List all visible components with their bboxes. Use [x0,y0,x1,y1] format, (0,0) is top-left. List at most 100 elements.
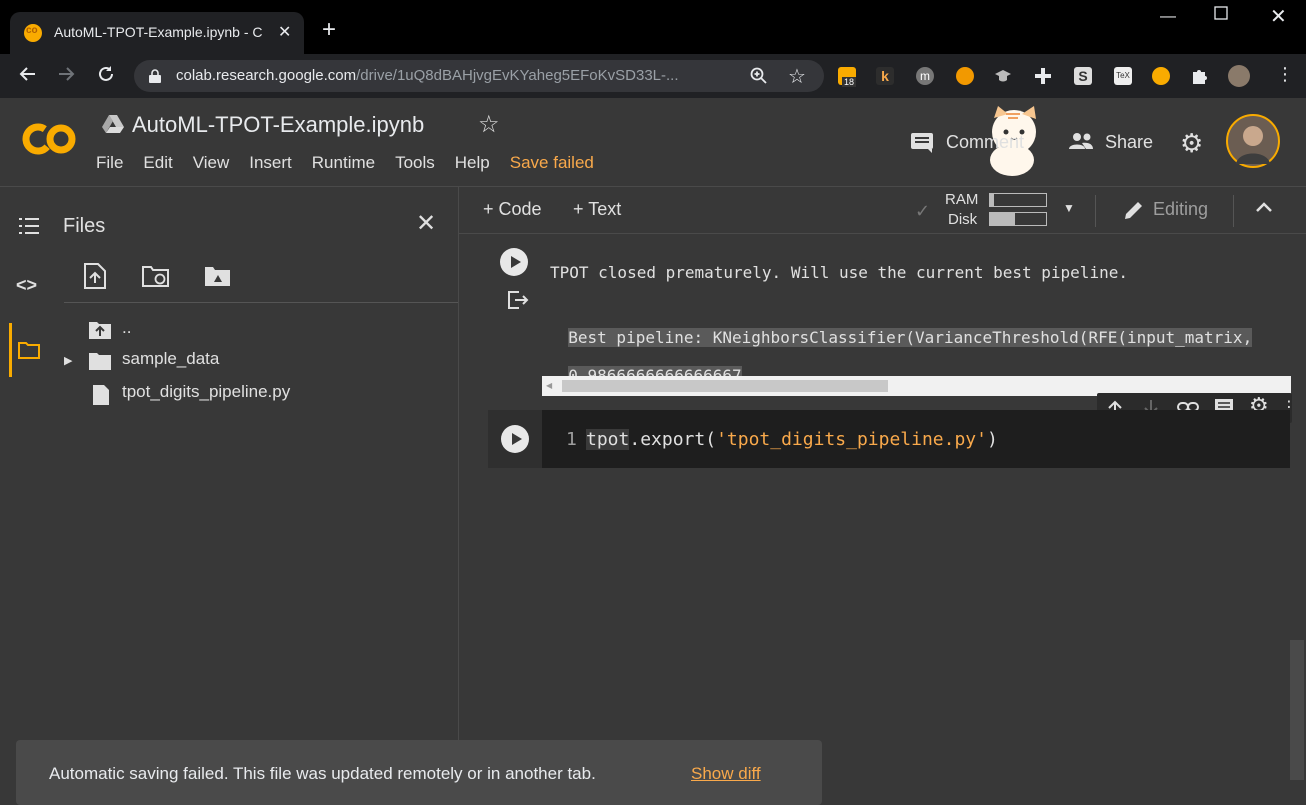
snackbar: Automatic saving failed. This file was u… [16,740,822,805]
extensions-area: 18 k m S TeX ⋮ [832,60,1302,92]
play-icon [511,256,521,268]
refresh-folder-icon[interactable] [142,265,170,287]
editing-mode-button[interactable]: Editing [1153,199,1208,220]
scrollbar-thumb[interactable] [562,380,888,392]
cell-output-selected: Best pipeline: KNeighborsClassifier(Vari… [549,309,1290,385]
folder-icon [89,353,111,370]
extension-tex-icon[interactable]: TeX [1114,67,1132,85]
browser-toolbar: colab.research.google.com/drive/1uQ8dBAH… [0,54,1306,98]
code-variable: tpot [586,429,630,450]
browser-tab[interactable]: co AutoML-TPOT-Example.ipynb - C ✕ [10,12,304,54]
colab-logo[interactable] [22,122,76,156]
snackbar-message: Automatic saving failed. This file was u… [49,764,596,783]
expand-arrow-icon[interactable]: ▶ [64,354,72,367]
menu-runtime[interactable]: Runtime [312,153,375,173]
extension-k-icon[interactable]: k [876,67,894,85]
comment-button[interactable]: Comment [946,132,1024,153]
tab-title: AutoML-TPOT-Example.ipynb - C [54,24,263,40]
upload-file-icon[interactable] [84,263,106,289]
files-pane: Files ✕ .. ▶ sample_data tpot_digits_pip… [52,187,459,805]
share-button[interactable]: Share [1105,132,1153,153]
divider [64,302,458,303]
extension-calendar-icon[interactable]: 18 [838,67,857,87]
ram-label: RAM [945,191,979,208]
menu-tools[interactable]: Tools [395,153,435,173]
colab-favicon-icon: co [24,24,42,42]
back-icon[interactable] [18,64,38,84]
menu-view[interactable]: View [193,153,230,173]
tab-close-icon[interactable]: ✕ [278,22,291,42]
disk-meter-fill [990,213,1016,225]
extensions-puzzle-icon[interactable] [1190,67,1208,85]
forward-icon[interactable] [56,64,76,84]
extension-shield-icon[interactable] [956,67,974,85]
menu-edit[interactable]: Edit [143,153,172,173]
notebook-title[interactable]: AutoML-TPOT-Example.ipynb [132,112,424,138]
new-tab-icon[interactable]: + [322,18,336,42]
extension-graduation-cap-icon[interactable] [994,67,1012,85]
user-avatar[interactable] [1226,114,1280,168]
play-icon [512,433,522,445]
dropdown-arrow-icon[interactable]: ▼ [1063,201,1075,215]
code-method: .export( [629,429,717,450]
settings-gear-icon[interactable]: ⚙ [1180,128,1203,159]
window-close-icon[interactable]: ✕ [1270,4,1287,29]
clear-output-icon[interactable] [507,290,529,310]
browser-tab-strip: co AutoML-TPOT-Example.ipynb - C ✕ + — ✕ [0,0,1306,54]
colab-header: AutoML-TPOT-Example.ipynb ☆ File Edit Vi… [0,98,1306,187]
reload-icon[interactable] [96,64,116,84]
disk-meter[interactable] [989,212,1047,226]
files-folder-icon[interactable] [18,341,40,359]
page-scrollbar[interactable] [1290,640,1304,780]
minimize-icon[interactable]: — [1160,8,1176,26]
divider [1233,195,1234,227]
extension-colab-icon[interactable] [1152,67,1170,85]
star-icon[interactable]: ☆ [478,110,500,139]
connected-check-icon: ✓ [915,201,931,221]
menu-insert[interactable]: Insert [249,153,292,173]
cell-gutter [488,410,542,468]
collapse-chevron-up-icon[interactable] [1255,201,1273,213]
divider [1095,195,1096,227]
ram-meter[interactable] [989,193,1047,207]
extension-m-icon[interactable]: m [916,67,934,85]
zoom-icon[interactable] [750,67,768,85]
show-diff-button[interactable]: Show diff [691,764,761,784]
google-drive-icon [102,114,124,134]
run-cell-button[interactable] [500,248,528,276]
profile-avatar[interactable] [1228,65,1250,87]
code-paren: ) [987,429,998,450]
code-snippets-icon[interactable]: <> [16,275,37,296]
notebook-toolbar: + Code + Text ✓ RAM Disk ▼ Editing [459,187,1306,234]
left-rail: <> [0,187,52,805]
comment-icon[interactable] [910,132,934,154]
menu-help[interactable]: Help [455,153,490,173]
address-bar[interactable]: colab.research.google.com/drive/1uQ8dBAH… [134,60,824,92]
chrome-menu-icon[interactable]: ⋮ [1276,64,1294,85]
close-icon[interactable]: ✕ [416,209,436,238]
menu-file[interactable]: File [96,153,123,173]
table-of-contents-icon[interactable] [18,217,40,235]
add-text-button[interactable]: + Text [573,199,621,220]
extension-s-icon[interactable]: S [1074,67,1092,85]
code-string: 'tpot_digits_pipeline.py' [716,429,987,450]
disk-label: Disk [948,211,978,228]
pencil-icon [1123,199,1145,221]
best-pipeline-text: Best pipeline: KNeighborsClassifier(Vari… [568,328,1253,347]
maximize-icon[interactable] [1214,6,1228,20]
tree-item-label: sample_data [122,349,220,368]
people-icon[interactable] [1068,132,1094,150]
code-cell[interactable]: 1 tpot.export('tpot_digits_pipeline.py') [488,410,1290,468]
tree-item-label: tpot_digits_pipeline.py [122,382,291,401]
code-line[interactable]: tpot.export('tpot_digits_pipeline.py') [586,429,998,450]
run-cell-button[interactable] [501,425,529,453]
mount-drive-icon[interactable] [204,265,232,287]
add-code-button[interactable]: + Code [483,199,542,220]
bookmark-star-icon[interactable]: ☆ [788,64,806,89]
active-indicator [9,323,12,377]
scroll-left-arrow-icon[interactable]: ◀ [546,381,552,390]
cell-output-line: TPOT closed prematurely. Will use the cu… [550,263,1128,282]
files-title: Files [63,215,106,237]
extension-puzzle-plus-icon[interactable] [1034,67,1052,85]
save-status[interactable]: Save failed [510,153,594,173]
